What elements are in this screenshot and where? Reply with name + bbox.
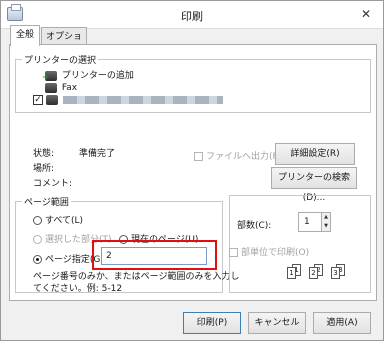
tab-general[interactable]: 全般 (10, 25, 40, 46)
printer-list[interactable]: + プリンターの追加 Fax ✓ (21, 68, 355, 108)
print-button[interactable]: 印刷(P) (183, 312, 241, 334)
add-printer-icon: + (42, 70, 57, 83)
copies-group (229, 195, 371, 293)
fax-label: Fax (61, 83, 78, 93)
default-printer-checkbox[interactable]: ✓ (33, 94, 43, 105)
location-label: 場所: (33, 164, 55, 174)
details-button[interactable]: 詳細設定(R) (275, 143, 355, 165)
page-range-legend: ページ範囲 (24, 198, 69, 208)
title-bar: 印刷 ✕ (1, 1, 383, 29)
copies-label: 部数(C): (237, 221, 272, 231)
add-printer-label: プリンターの追加 (61, 71, 134, 81)
cancel-button[interactable]: キャンセル (248, 312, 306, 334)
copies-input[interactable]: 1 (298, 212, 322, 232)
highlight-box (92, 240, 217, 270)
print-dialog: 印刷 ✕ 全般 オプション プリンターの選択 + プリンターの追加 Fax ✓ … (0, 0, 384, 341)
fax-icon (45, 82, 57, 93)
find-printer-button[interactable]: プリンターの検索(D)... (271, 167, 357, 203)
list-item[interactable]: + プリンターの追加 (42, 70, 134, 83)
window-title: 印刷 (181, 10, 203, 23)
radio-all[interactable]: すべて(L) (33, 213, 83, 226)
printer-icon (45, 94, 58, 105)
collate-pages-3-icon: 3 3 (331, 264, 345, 279)
file-output-checkbox[interactable]: ファイルへ出力(F) (194, 149, 281, 162)
list-item[interactable]: ✓ (33, 94, 223, 106)
radio-button[interactable] (33, 235, 42, 244)
close-button[interactable]: ✕ (355, 5, 377, 23)
page-range-hint-2: てください。例: 5-12 (33, 284, 123, 294)
collate-checkbox[interactable]: 部単位で印刷(O) (229, 245, 309, 258)
copies-spinner[interactable]: ▲ ▼ (321, 212, 331, 232)
status-value: 準備完了 (79, 149, 116, 159)
radio-button[interactable] (33, 216, 42, 225)
checkbox[interactable] (194, 152, 203, 161)
list-item[interactable]: Fax (45, 82, 77, 94)
redacted-printer-name (62, 95, 223, 104)
checkbox[interactable] (229, 248, 238, 257)
printer-select-legend: プリンターの選択 (24, 56, 97, 66)
collate-pages-2-icon: 2 2 (309, 264, 323, 279)
apply-button[interactable]: 適用(A) (313, 312, 371, 334)
comment-label: コメント: (33, 179, 73, 189)
collate-pages-1-icon: 1 1 (287, 264, 301, 279)
status-label: 状態: (33, 149, 55, 159)
radio-button[interactable] (33, 255, 42, 264)
